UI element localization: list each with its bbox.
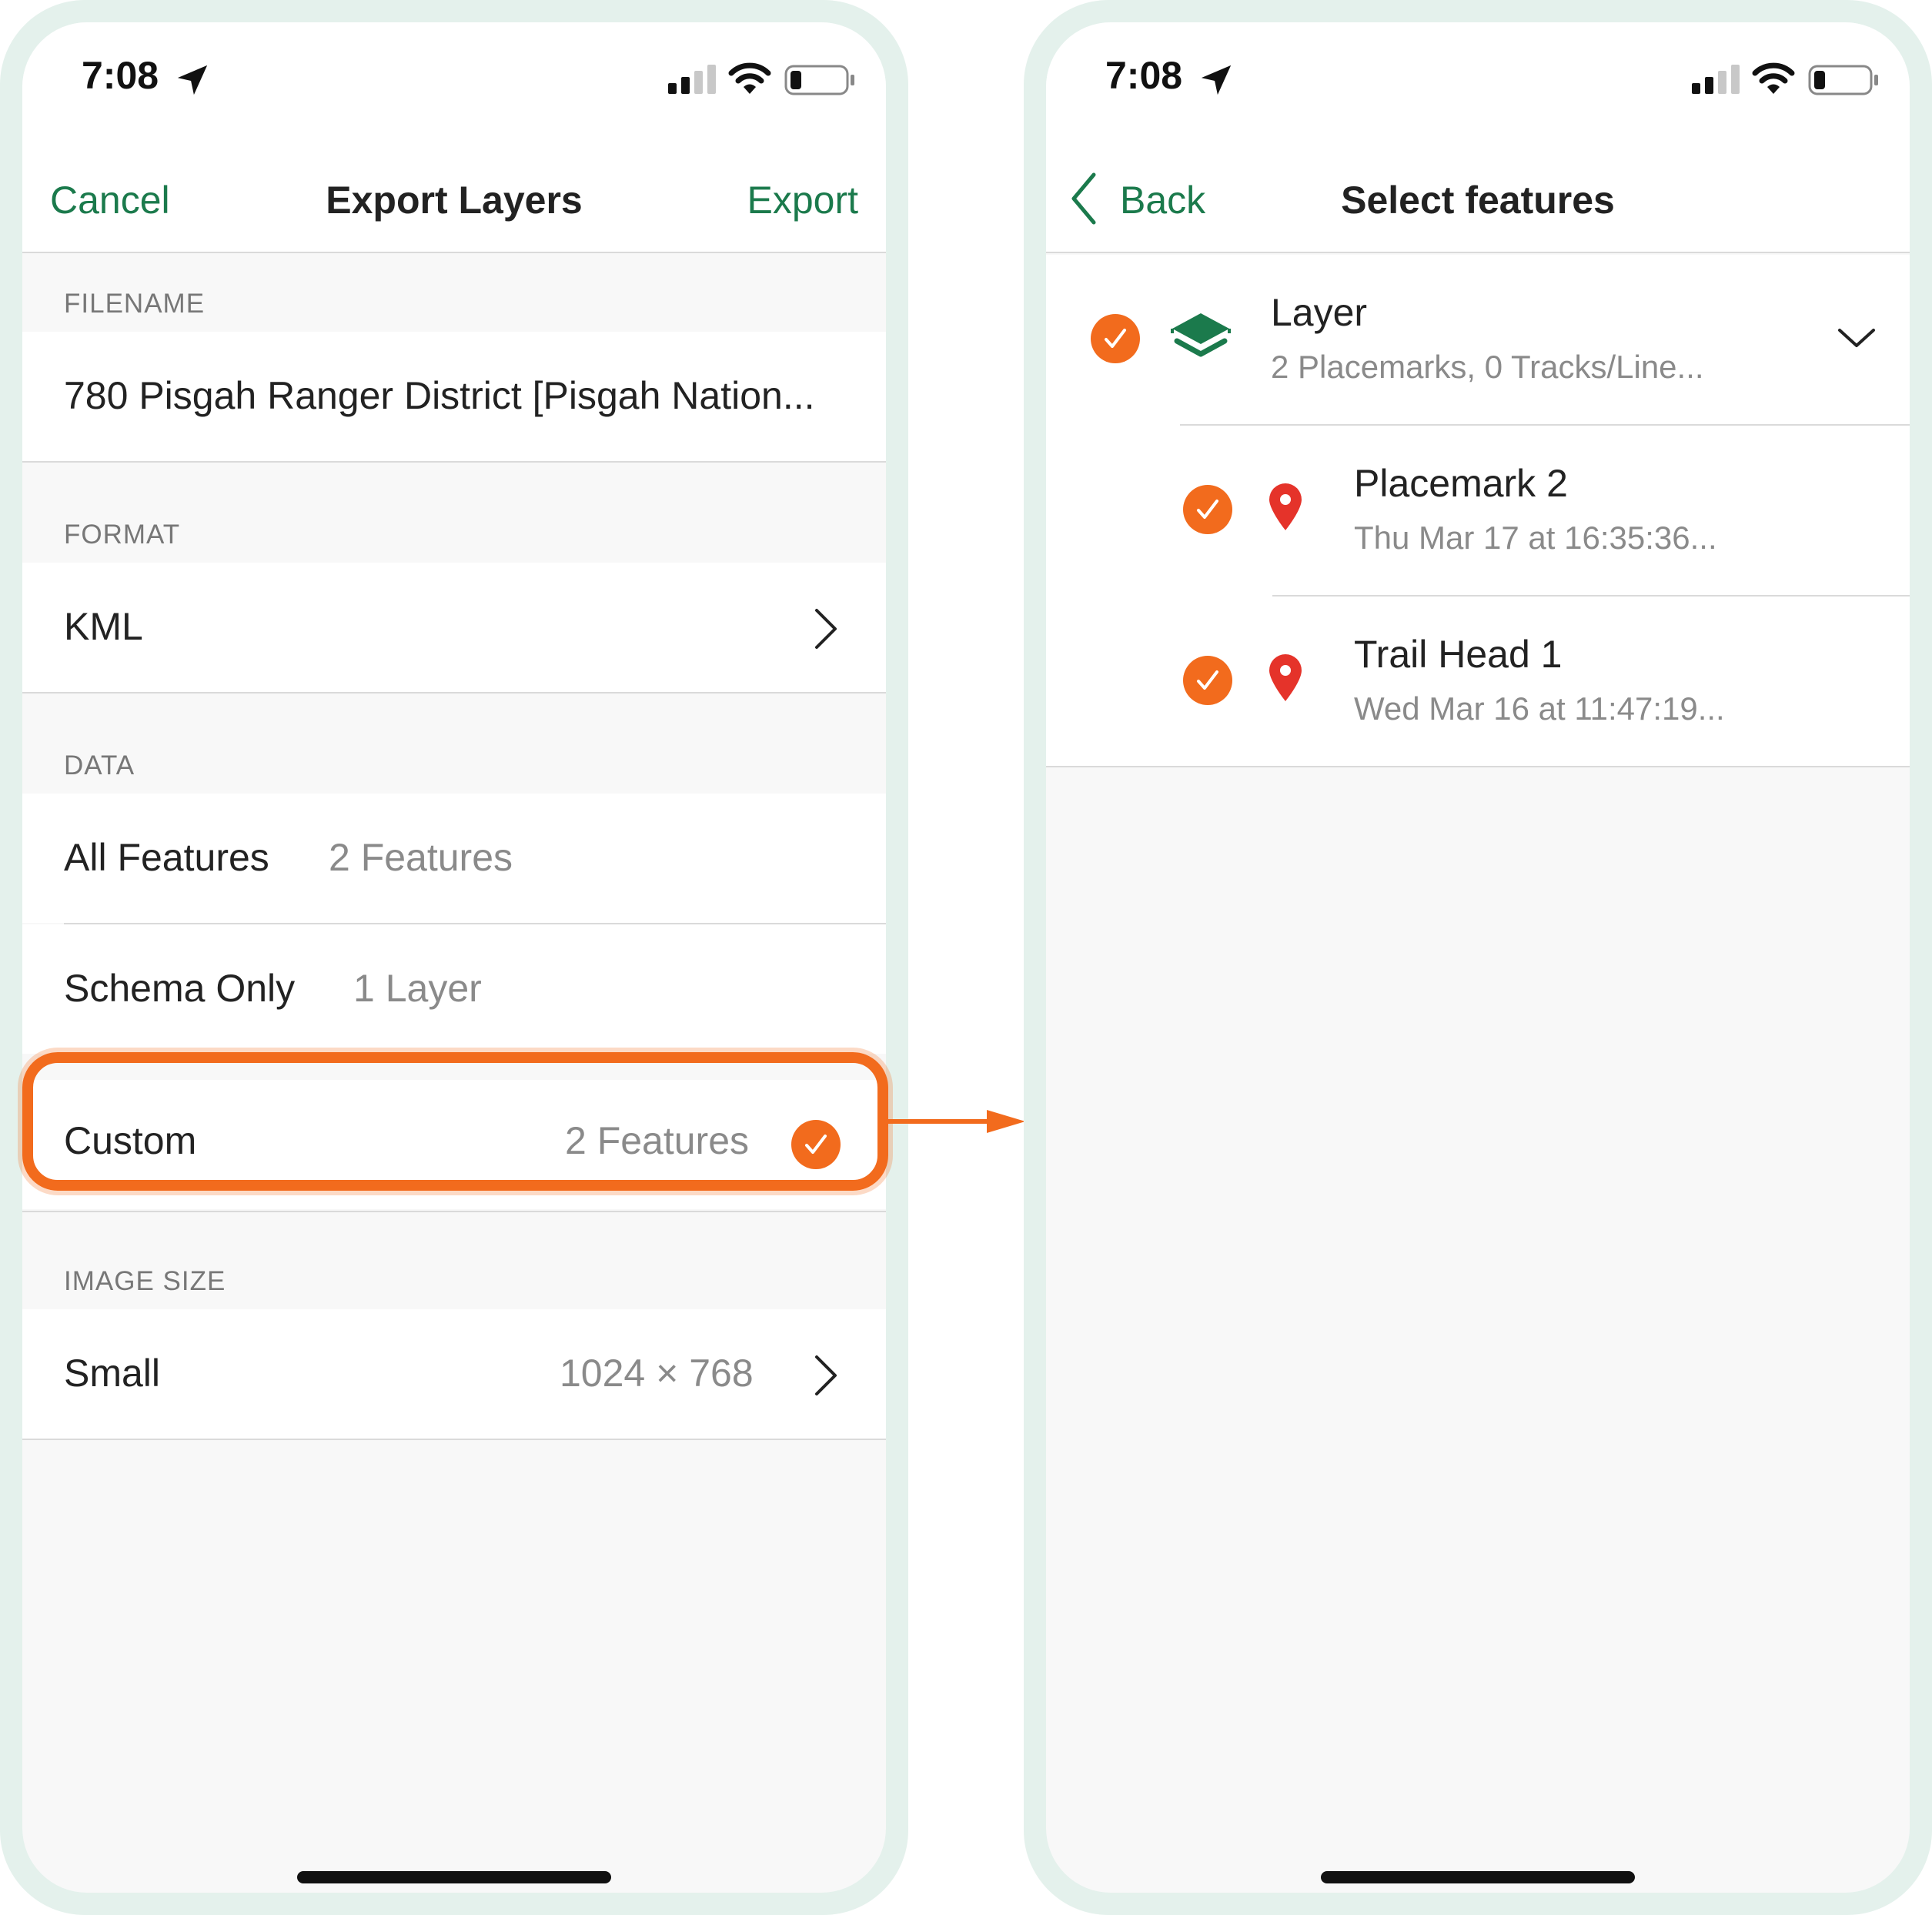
image-size-section-header: IMAGE SIZE — [64, 1266, 226, 1296]
chevron-down-icon[interactable] — [1837, 326, 1877, 350]
feature-date: Thu Mar 17 at 16:35:36... — [1354, 520, 1717, 556]
feature-date: Wed Mar 16 at 11:47:19... — [1354, 690, 1725, 727]
status-time: 7:08 — [1105, 54, 1183, 97]
chevron-right-icon — [815, 609, 837, 649]
cellular-signal-icon — [668, 65, 716, 94]
checkmark-circle-icon[interactable] — [1090, 313, 1141, 364]
option-label: Custom — [64, 1119, 197, 1162]
filename-field[interactable]: 780 Pisgah Ranger District [Pisgah Natio… — [22, 332, 886, 461]
divider — [22, 1439, 886, 1440]
data-section-header: DATA — [64, 750, 135, 780]
feature-name: Placemark 2 — [1354, 462, 1568, 505]
chevron-right-icon — [815, 1355, 837, 1395]
filename-value: 780 Pisgah Ranger District [Pisgah Natio… — [64, 374, 815, 417]
export-button[interactable]: Export — [747, 178, 858, 222]
divider — [1046, 766, 1910, 767]
placemark-pin-icon — [1269, 654, 1302, 701]
wifi-icon — [728, 62, 771, 94]
feature-row[interactable]: Trail Head 1 Wed Mar 16 at 11:47:19... — [1046, 597, 1910, 766]
layer-name: Layer — [1271, 291, 1368, 334]
home-indicator — [1321, 1871, 1635, 1883]
format-section-header: FORMAT — [64, 520, 181, 550]
filename-section-header: FILENAME — [64, 289, 206, 319]
layer-row[interactable]: Layer 2 Placemarks, 0 Tracks/Line... — [1046, 255, 1910, 424]
cellular-signal-icon — [1692, 65, 1740, 94]
image-size-row[interactable]: Small 1024 × 768 — [22, 1309, 886, 1439]
data-option-all-features[interactable]: All Features 2 Features — [22, 794, 886, 923]
status-time: 7:08 — [82, 54, 159, 97]
home-indicator — [297, 1871, 611, 1883]
feature-list: Layer 2 Placemarks, 0 Tracks/Line... Pla… — [1046, 255, 1910, 766]
checkmark-circle-icon[interactable] — [1182, 484, 1233, 535]
option-label: Schema Only — [64, 967, 296, 1010]
format-row[interactable]: KML — [22, 563, 886, 692]
data-option-schema-only[interactable]: Schema Only 1 Layer — [22, 924, 886, 1054]
checkmark-circle-icon — [791, 1120, 841, 1169]
option-value: 2 Features — [329, 836, 513, 879]
cancel-button[interactable]: Cancel — [50, 178, 170, 222]
chevron-left-icon — [1071, 172, 1096, 225]
checkmark-circle-icon[interactable] — [1182, 655, 1233, 706]
arrow-right-icon — [888, 1110, 1025, 1133]
divider — [22, 692, 886, 693]
status-bar: 7:08 — [22, 22, 886, 138]
wifi-icon — [1752, 62, 1795, 94]
divider — [22, 1211, 886, 1212]
option-value: 1 Layer — [353, 967, 482, 1010]
back-label: Back — [1120, 179, 1206, 222]
option-label: All Features — [64, 836, 269, 879]
navigation-bar: Export Layers Cancel Export — [22, 138, 886, 253]
layers-icon — [1171, 313, 1231, 357]
data-option-custom[interactable]: Custom 2 Features — [22, 1080, 886, 1209]
phone-frame-select-features: 7:08 Select features Back Layer 2 Placem… — [1024, 0, 1932, 1915]
phone-frame-export-layers: 7:08 Export Layers Cancel Export FILENAM… — [0, 0, 908, 1915]
back-button[interactable]: Back — [1069, 172, 1223, 226]
image-size-label: Small — [64, 1352, 161, 1395]
battery-icon — [1808, 65, 1878, 95]
option-value: 2 Features — [565, 1119, 750, 1162]
placemark-pin-icon — [1269, 483, 1302, 530]
feature-name: Trail Head 1 — [1354, 633, 1563, 676]
status-bar: 7:08 — [1046, 22, 1910, 138]
image-size-value: 1024 × 768 — [560, 1352, 754, 1395]
layer-summary: 2 Placemarks, 0 Tracks/Line... — [1271, 349, 1704, 385]
format-value: KML — [64, 605, 143, 648]
select-features-screen: 7:08 Select features Back Layer 2 Placem… — [1046, 22, 1910, 1893]
navigation-bar: Select features Back — [1046, 138, 1910, 253]
location-arrow-icon — [177, 65, 208, 95]
location-arrow-icon — [1201, 65, 1232, 95]
export-layers-screen: 7:08 Export Layers Cancel Export FILENAM… — [22, 22, 886, 1893]
battery-icon — [784, 65, 854, 95]
divider — [22, 461, 886, 463]
feature-row[interactable]: Placemark 2 Thu Mar 17 at 16:35:36... — [1046, 426, 1910, 595]
